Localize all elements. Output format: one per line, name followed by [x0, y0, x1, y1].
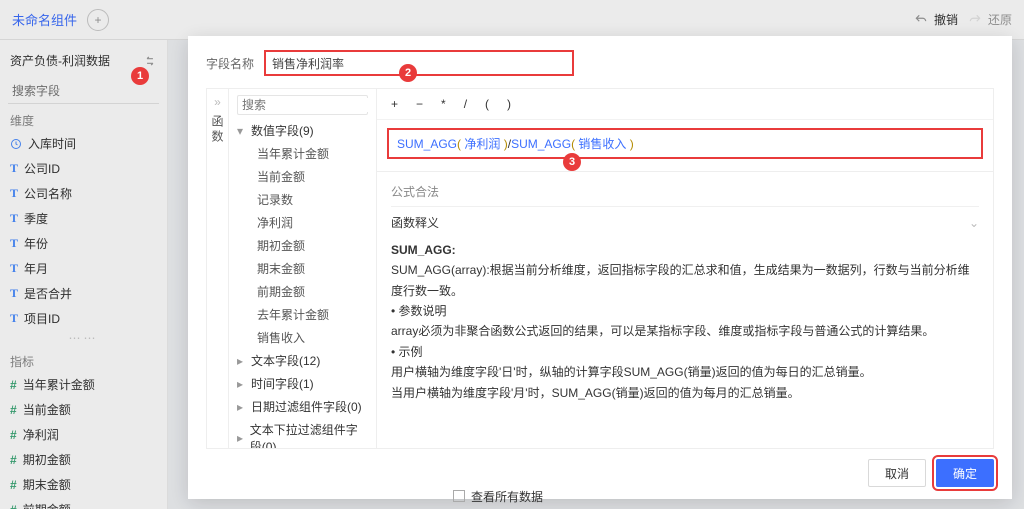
collapse-icon[interactable]: » [214, 95, 221, 109]
tree-leaf[interactable]: 前期金额 [229, 280, 376, 303]
tree-node-numeric[interactable]: ▾数值字段(9) [229, 119, 376, 142]
operator-button[interactable]: + [391, 97, 398, 111]
footer-bar: 查看所有数据 [188, 483, 1012, 509]
formula-editor[interactable]: SUM_AGG( 净利润 )/SUM_AGG( 销售收入 ) [387, 128, 983, 159]
tree-node-textfilter[interactable]: ▸文本下拉过滤组件字段(0) [229, 418, 376, 448]
operator-button[interactable]: − [416, 97, 423, 111]
callout-badge-2: 2 [399, 64, 417, 82]
operator-button[interactable]: * [441, 97, 446, 111]
tree-leaf[interactable]: 去年累计金额 [229, 303, 376, 326]
tree-leaf[interactable]: 销售收入 [229, 326, 376, 349]
field-name-input[interactable] [264, 50, 574, 76]
view-all-checkbox[interactable] [453, 490, 465, 502]
function-tab[interactable]: » 函数 [207, 89, 229, 448]
tree-leaf[interactable]: 记录数 [229, 188, 376, 211]
tree-node-text[interactable]: ▸文本字段(12) [229, 349, 376, 372]
operator-bar: + − * / () [377, 89, 993, 120]
chevron-down-icon[interactable]: ⌄ [969, 213, 979, 233]
tree-leaf[interactable]: 期末金额 [229, 257, 376, 280]
tree-search[interactable] [237, 95, 368, 115]
callout-badge-3: 3 [563, 153, 581, 171]
formula-dialog: 字段名称 » 函数 ▾数值字段(9) 当年累计金额当前金额记录数净利润期初金额期… [188, 36, 1012, 499]
operator-button[interactable]: ) [507, 97, 511, 111]
field-tree: ▾数值字段(9) 当年累计金额当前金额记录数净利润期初金额期末金额前期金额去年累… [229, 89, 377, 448]
view-all-label: 查看所有数据 [471, 488, 543, 505]
callout-badge-1: 1 [131, 67, 149, 85]
tree-leaf[interactable]: 期初金额 [229, 234, 376, 257]
tree-node-datefilter[interactable]: ▸日期过滤组件字段(0) [229, 395, 376, 418]
operator-button[interactable]: ( [485, 97, 489, 111]
tree-leaf[interactable]: 当年累计金额 [229, 142, 376, 165]
tree-search-input[interactable] [242, 98, 377, 112]
tree-leaf[interactable]: 当前金额 [229, 165, 376, 188]
tree-node-time[interactable]: ▸时间字段(1) [229, 372, 376, 395]
field-name-label: 字段名称 [206, 55, 254, 72]
formula-help: 公式合法 函数释义⌄ SUM_AGG: SUM_AGG(array):根据当前分… [377, 171, 993, 448]
tree-leaf[interactable]: 净利润 [229, 211, 376, 234]
operator-button[interactable]: / [464, 97, 467, 111]
